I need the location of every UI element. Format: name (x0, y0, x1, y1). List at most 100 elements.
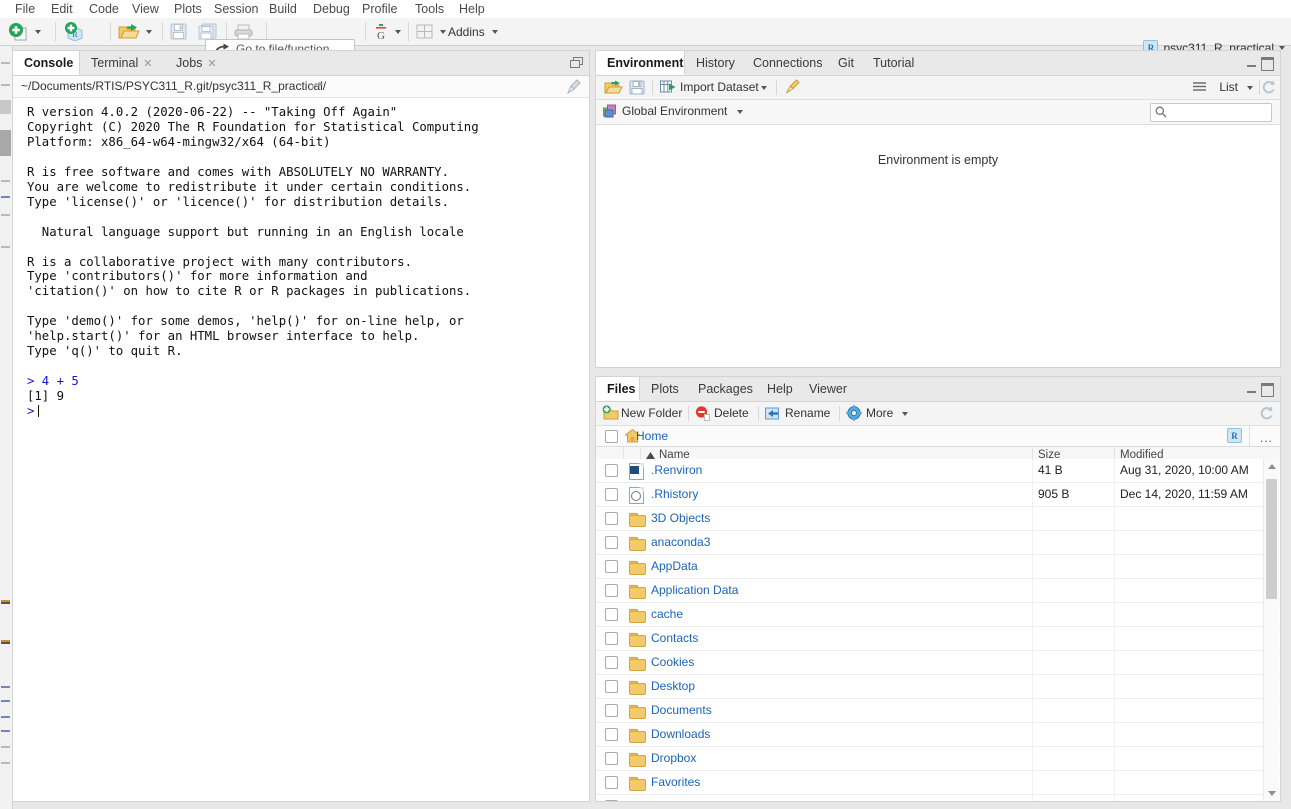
menu-profile[interactable]: Profile (355, 0, 404, 18)
new-folder-icon[interactable] (602, 405, 619, 421)
row-checkbox[interactable] (605, 728, 618, 741)
tab-connections[interactable]: Connections (742, 51, 834, 75)
file-name[interactable]: .Renviron (651, 463, 702, 477)
table-row[interactable]: 3D Objects (596, 507, 1280, 531)
popout-window-icon[interactable] (570, 57, 583, 68)
chevron-down-icon[interactable] (1247, 86, 1253, 90)
table-row[interactable]: Documents (596, 699, 1280, 723)
menu-session[interactable]: Session (207, 0, 265, 18)
row-checkbox[interactable] (605, 800, 618, 801)
tab-history[interactable]: History (685, 51, 746, 75)
chevron-down-icon[interactable] (902, 412, 908, 416)
maximize-icon[interactable] (1261, 57, 1274, 71)
refresh-icon[interactable] (1261, 80, 1276, 95)
console-window-controls[interactable] (570, 57, 583, 68)
tab-help[interactable]: Help (756, 377, 804, 401)
open-file-button[interactable] (118, 21, 152, 42)
menu-file[interactable]: File (8, 0, 42, 18)
console-output[interactable]: R version 4.0.2 (2020-06-22) -- "Taking … (13, 97, 589, 801)
row-checkbox[interactable] (605, 488, 618, 501)
file-name[interactable]: Favorites (651, 775, 700, 789)
row-checkbox[interactable] (605, 776, 618, 789)
delete-icon[interactable] (695, 406, 710, 421)
table-row[interactable]: Application Data (596, 579, 1280, 603)
menu-edit[interactable]: Edit (44, 0, 80, 18)
tab-terminal[interactable]: Terminal ✕ (80, 51, 163, 75)
broom-clear-icon[interactable] (784, 79, 800, 95)
row-checkbox[interactable] (605, 536, 618, 549)
tab-tutorial[interactable]: Tutorial (862, 51, 925, 75)
row-checkbox[interactable] (605, 680, 618, 693)
table-row[interactable]: anaconda3 (596, 531, 1280, 555)
files-window-controls[interactable] (1247, 383, 1274, 397)
menu-tools[interactable]: Tools (408, 0, 451, 18)
menu-plots[interactable]: Plots (167, 0, 209, 18)
tab-git[interactable]: Git (827, 51, 865, 75)
row-checkbox[interactable] (605, 656, 618, 669)
environment-search-input[interactable] (1150, 103, 1272, 122)
addins-button[interactable]: Addins (448, 21, 498, 42)
import-dataset-icon[interactable] (660, 80, 676, 95)
gear-icon[interactable] (846, 405, 862, 421)
maximize-icon[interactable] (1261, 383, 1274, 397)
minimize-icon[interactable] (1247, 62, 1256, 67)
refresh-icon[interactable] (1259, 406, 1274, 421)
close-icon[interactable]: ✕ (207, 58, 216, 70)
table-row[interactable]: cache (596, 603, 1280, 627)
select-all-checkbox[interactable] (605, 430, 618, 443)
tab-environment[interactable]: Environment (596, 51, 685, 75)
table-row[interactable]: AppData (596, 555, 1280, 579)
row-checkbox[interactable] (605, 752, 618, 765)
table-row[interactable]: IntelGraphicsProfiles (596, 795, 1280, 801)
tab-jobs[interactable]: Jobs ✕ (165, 51, 228, 75)
save-button[interactable] (170, 21, 187, 42)
menu-help[interactable]: Help (452, 0, 492, 18)
tab-plots[interactable]: Plots (640, 377, 690, 401)
menu-view[interactable]: View (125, 0, 166, 18)
chevron-down-icon[interactable] (761, 86, 767, 90)
row-checkbox[interactable] (605, 560, 618, 573)
import-dataset-label[interactable]: Import Dataset (680, 80, 759, 94)
file-name[interactable]: Dropbox (651, 751, 696, 765)
delete-label[interactable]: Delete (714, 406, 749, 420)
file-name[interactable]: Documents (651, 703, 712, 717)
r-project-icon[interactable]: R (1227, 428, 1242, 443)
files-vertical-scrollbar[interactable] (1263, 459, 1279, 801)
close-icon[interactable]: ✕ (143, 58, 152, 70)
menu-code[interactable]: Code (82, 0, 126, 18)
scroll-up-arrow[interactable] (1268, 464, 1276, 469)
breadcrumb-overflow[interactable]: ... (1260, 431, 1273, 445)
file-name[interactable]: Downloads (651, 727, 710, 741)
console-prompt[interactable]: > (27, 404, 583, 419)
more-label[interactable]: More (866, 406, 893, 420)
file-name[interactable]: Cookies (651, 655, 694, 669)
broom-clear-console-icon[interactable] (565, 79, 581, 94)
console-path-text[interactable]: ~/Documents/RTIS/PSYC311_R.git/psyc311_R… (21, 79, 326, 93)
tab-console[interactable]: Console (13, 51, 80, 75)
chevron-down-icon[interactable] (491, 29, 498, 34)
row-checkbox[interactable] (605, 632, 618, 645)
chevron-down-icon[interactable] (35, 29, 41, 34)
table-row[interactable]: Desktop (596, 675, 1280, 699)
chevron-down-icon[interactable] (440, 29, 446, 34)
chevron-down-icon[interactable] (146, 29, 152, 34)
table-row[interactable]: Cookies (596, 651, 1280, 675)
new-file-button[interactable] (8, 21, 41, 42)
row-checkbox[interactable] (605, 608, 618, 621)
file-name[interactable]: IntelGraphicsProfiles (651, 799, 762, 801)
row-checkbox[interactable] (605, 584, 618, 597)
menu-debug[interactable]: Debug (306, 0, 357, 18)
file-name[interactable]: Contacts (651, 631, 698, 645)
tab-packages[interactable]: Packages (687, 377, 764, 401)
row-checkbox[interactable] (605, 464, 618, 477)
environment-window-controls[interactable] (1247, 57, 1274, 71)
scroll-down-arrow[interactable] (1268, 791, 1276, 796)
file-name[interactable]: .Rhistory (651, 487, 698, 501)
table-row[interactable]: .Renviron 41 B Aug 31, 2020, 10:00 AM (596, 459, 1280, 483)
file-name[interactable]: 3D Objects (651, 511, 710, 525)
environment-view-mode[interactable]: List (1219, 80, 1238, 94)
file-name[interactable]: Application Data (651, 583, 738, 597)
tab-files[interactable]: Files (596, 377, 640, 401)
file-name[interactable]: anaconda3 (651, 535, 710, 549)
menu-build[interactable]: Build (262, 0, 304, 18)
